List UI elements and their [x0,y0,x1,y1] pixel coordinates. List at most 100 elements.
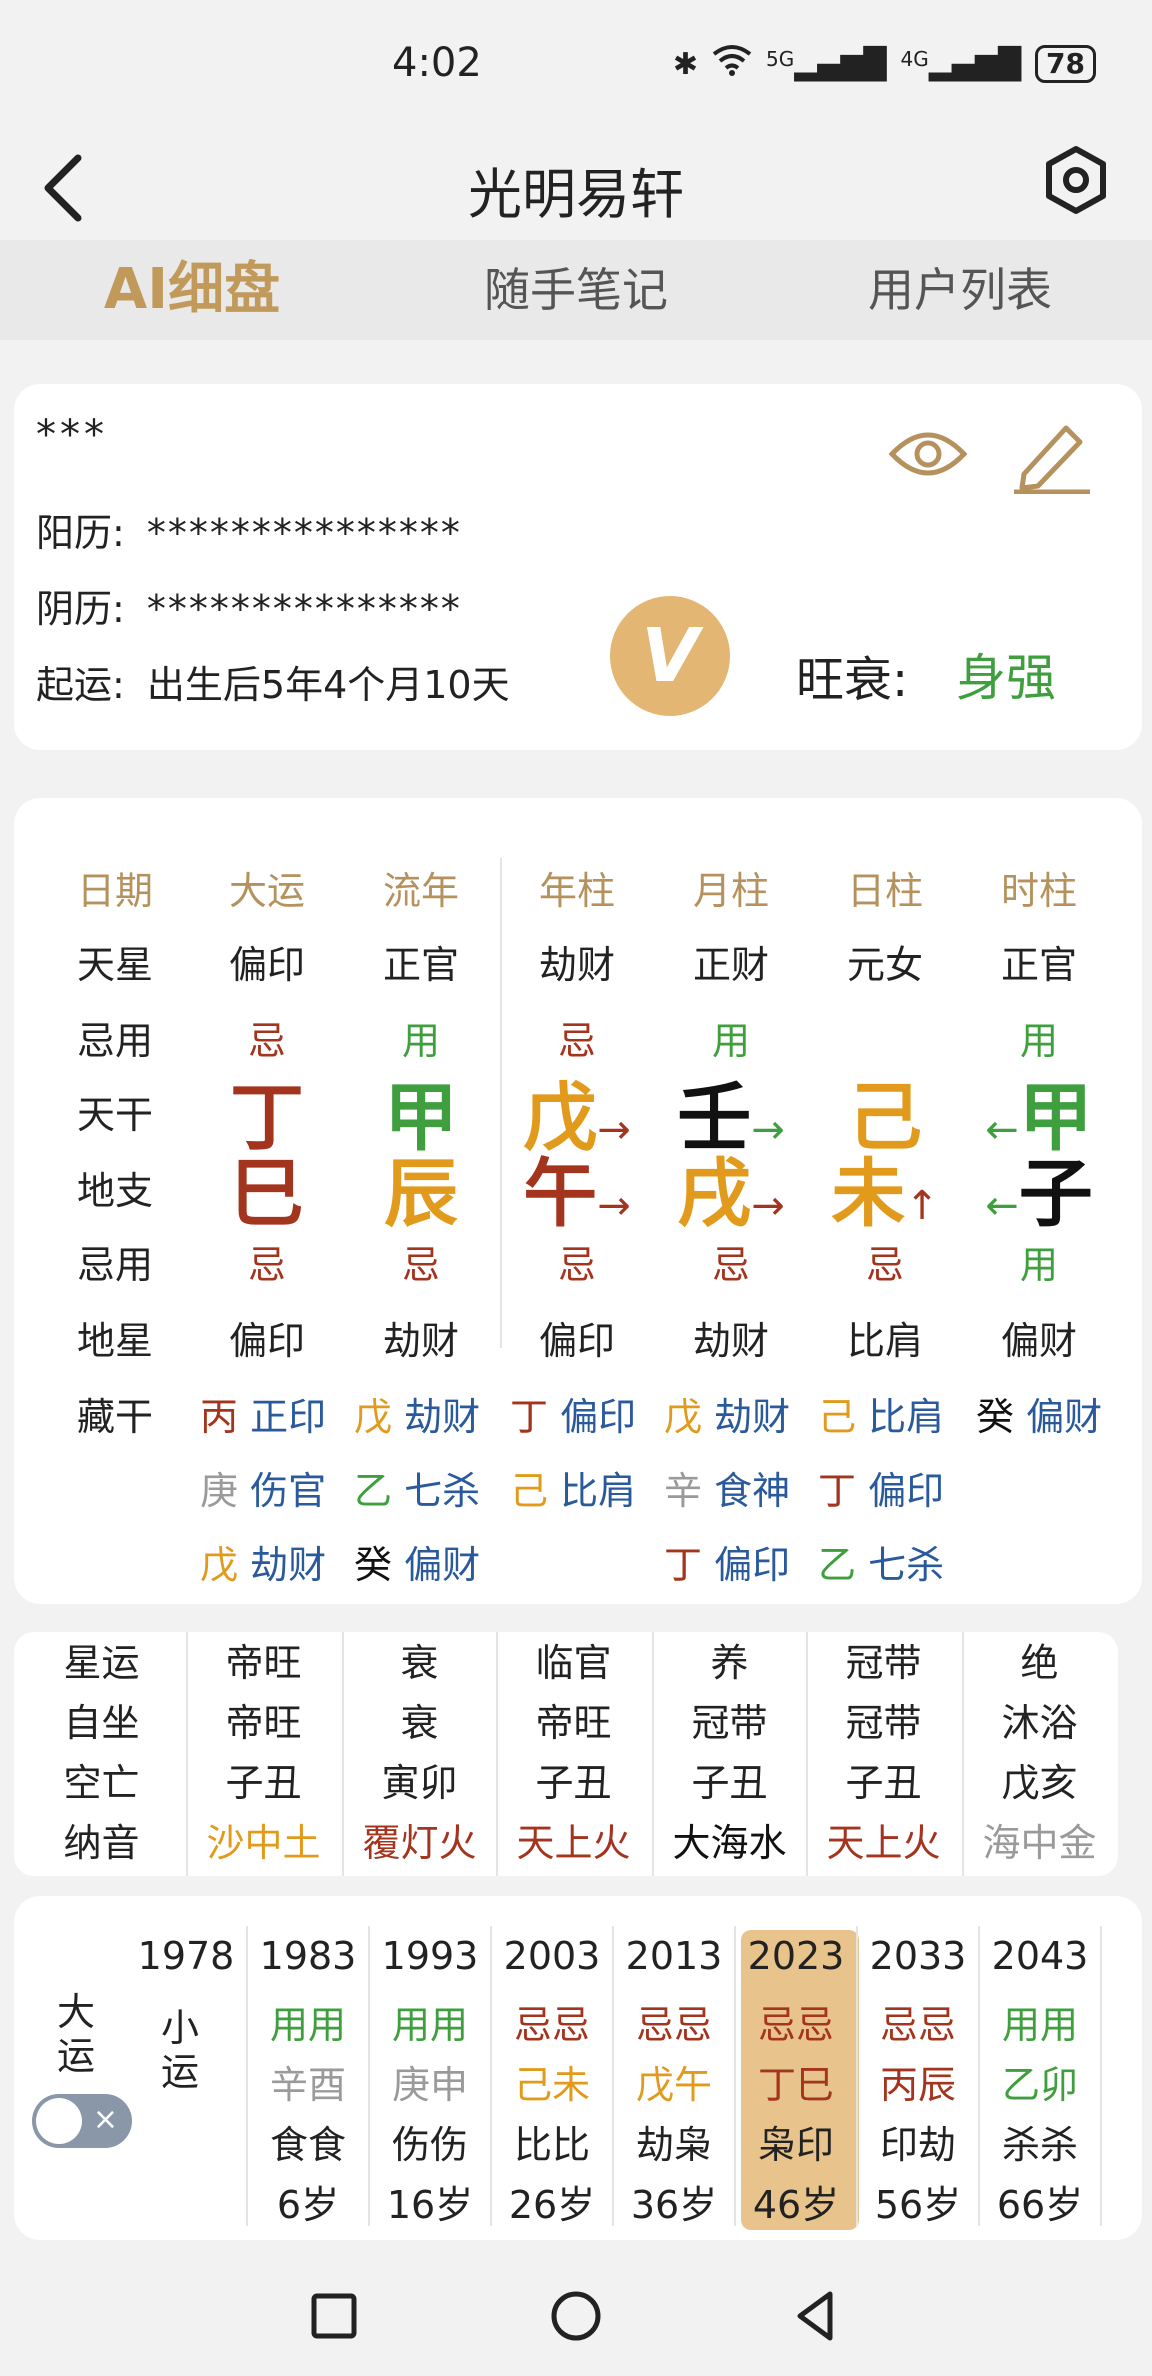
star-cell: 绝 [1020,1641,1059,1685]
hidden-stem: 乙 七杀 [354,1469,481,1513]
arrow-right-icon: → [751,1183,785,1229]
luck-age: 6岁 [276,2183,340,2227]
luck-year[interactable]: 2003 [492,1934,612,1978]
row-label-nayin: 纳音 [63,1821,140,1865]
use-cell: 用 [1019,1019,1058,1063]
earthly-branch: 辰 [384,1151,458,1237]
luck-age: 36岁 [630,2183,718,2227]
triangle-back-icon [797,2291,833,2341]
nayin-cell: 大海水 [672,1821,787,1865]
luck-god: 印劫 [879,2123,956,2167]
edit-button[interactable] [1010,420,1094,495]
nav-back-button[interactable] [786,2286,846,2346]
row-label-void: 空亡 [63,1761,140,1805]
settings-button[interactable] [1040,144,1112,216]
star-cell: 冠带 [691,1701,768,1745]
hidden-stem: 癸 偏财 [976,1395,1103,1439]
heaven-star-cell: 正财 [692,943,769,987]
strength-value: 身强 [956,649,1056,707]
earth-star-cell: 偏印 [228,1319,305,1363]
profile-card: *** 阳历: *************** 阴历: ************… [14,384,1142,750]
nayin-cell: 天上火 [516,1821,631,1865]
luck-pillar: 辛酉 [269,2063,346,2107]
row-label-earth-star: 地星 [76,1319,153,1363]
star-cell: 沐浴 [1001,1701,1078,1745]
star-cell: 子丑 [535,1761,612,1805]
luck-pillar: 己未 [513,2063,590,2107]
luck-year[interactable]: 1983 [248,1934,368,1978]
arrow-right-icon: → [597,1183,631,1229]
col-header-year-flow: 流年 [382,869,459,913]
heaven-star-cell: 劫财 [538,943,615,987]
star-cell: 子丑 [691,1761,768,1805]
luck-god: 比比 [513,2123,590,2167]
profile-name: *** [36,412,108,458]
luck-god: 杀杀 [1001,2123,1078,2167]
vip-badge[interactable]: V [610,596,730,716]
row-label-branch: 地支 [76,1169,153,1213]
luck-year[interactable]: 2043 [980,1934,1100,1978]
luck-god: 伤伤 [391,2123,468,2167]
row-label-star-fortune: 星运 [63,1641,140,1685]
page-title: 光明易轩 [468,163,684,226]
luck-god: 劫枭 [635,2123,712,2167]
col-header-year: 年柱 [538,869,615,913]
signal-5g-icon: 5G▂▄▆█ [765,46,887,82]
star-cell: 帝旺 [225,1641,302,1685]
luck-pillar: 庚申 [391,2063,468,2107]
star-cell: 寅卯 [381,1761,458,1805]
signal-4g-icon: 4G▂▄▆█ [900,46,1022,82]
luck-age: 16岁 [386,2183,474,2227]
star-cell: 养 [710,1641,749,1685]
row-label-heaven-star: 天星 [76,943,153,987]
tab-ai-chart[interactable]: AI细盘 [0,240,384,340]
row-label-date: 日期 [76,869,153,913]
tab-notes[interactable]: 随手笔记 [384,240,768,340]
star-luck-table: 星运 自坐 空亡 纳音 帝旺 帝旺 子丑 沙中土 衰 衰 寅卯 覆灯火 临官 帝… [14,1632,1118,1876]
luck-use: 用用 [1001,2003,1078,2047]
use-cell: 用 [711,1019,750,1063]
decade-luck-label: 大运 [56,1990,95,2078]
hidden-stem: 戊 劫财 [354,1395,481,1439]
hidden-stem: 丙 正印 [200,1395,327,1439]
wifi-icon [712,44,752,84]
toggle-visibility-button[interactable] [888,424,968,484]
toggle-knob [36,2098,82,2144]
earth-star-cell: 劫财 [692,1319,769,1363]
hidden-stem: 戊 劫财 [664,1395,791,1439]
hidden-stem: 己 比肩 [510,1469,637,1513]
luck-use: 用用 [269,2003,346,2047]
tab-bar: AI细盘 随手笔记 用户列表 [0,240,1152,340]
earth-star-cell: 劫财 [382,1319,459,1363]
earthly-branch: 巳 [230,1151,304,1237]
heaven-star-cell: 元女 [846,943,923,987]
home-button[interactable] [546,2286,606,2346]
star-cell: 冠带 [845,1701,922,1745]
col-header-month: 月柱 [692,869,769,913]
earthly-branch: 未↑ [831,1151,939,1237]
luck-use: 忌忌 [513,2003,590,2047]
luck-use: 忌忌 [757,2003,834,2047]
luck-use: 用用 [391,2003,468,2047]
hidden-stem: 庚 伤官 [200,1469,327,1513]
hidden-stem: 丁 偏印 [510,1395,637,1439]
luck-year[interactable]: 2013 [614,1934,734,1978]
luck-year[interactable]: 2033 [858,1934,978,1978]
recent-apps-button[interactable] [304,2286,364,2346]
hidden-stem: 乙 七杀 [818,1543,945,1587]
earth-star-cell: 偏财 [1000,1319,1077,1363]
luck-year[interactable]: 1993 [370,1934,490,1978]
strength-label: 旺衰: [796,652,909,708]
status-icons: ✱ 5G▂▄▆█ 4G▂▄▆█ 78 [673,44,1096,84]
system-nav-bar [0,2256,1152,2376]
col-header-hour: 时柱 [1000,869,1077,913]
luck-year[interactable]: 2023 [736,1934,856,1978]
luck-mode-toggle[interactable]: × [32,2094,132,2148]
status-bar: 4:02 ✱ 5G▂▄▆█ 4G▂▄▆█ 78 [0,0,1152,130]
arrow-left-icon: ← [985,1183,1019,1229]
luck-year[interactable]: 1978 [126,1934,246,1978]
star-cell: 帝旺 [535,1701,612,1745]
col-header-decade: 大运 [228,869,305,913]
luck-start-row: 起运: 出生后5年4个月10天 [36,654,510,709]
tab-user-list[interactable]: 用户列表 [768,240,1152,340]
